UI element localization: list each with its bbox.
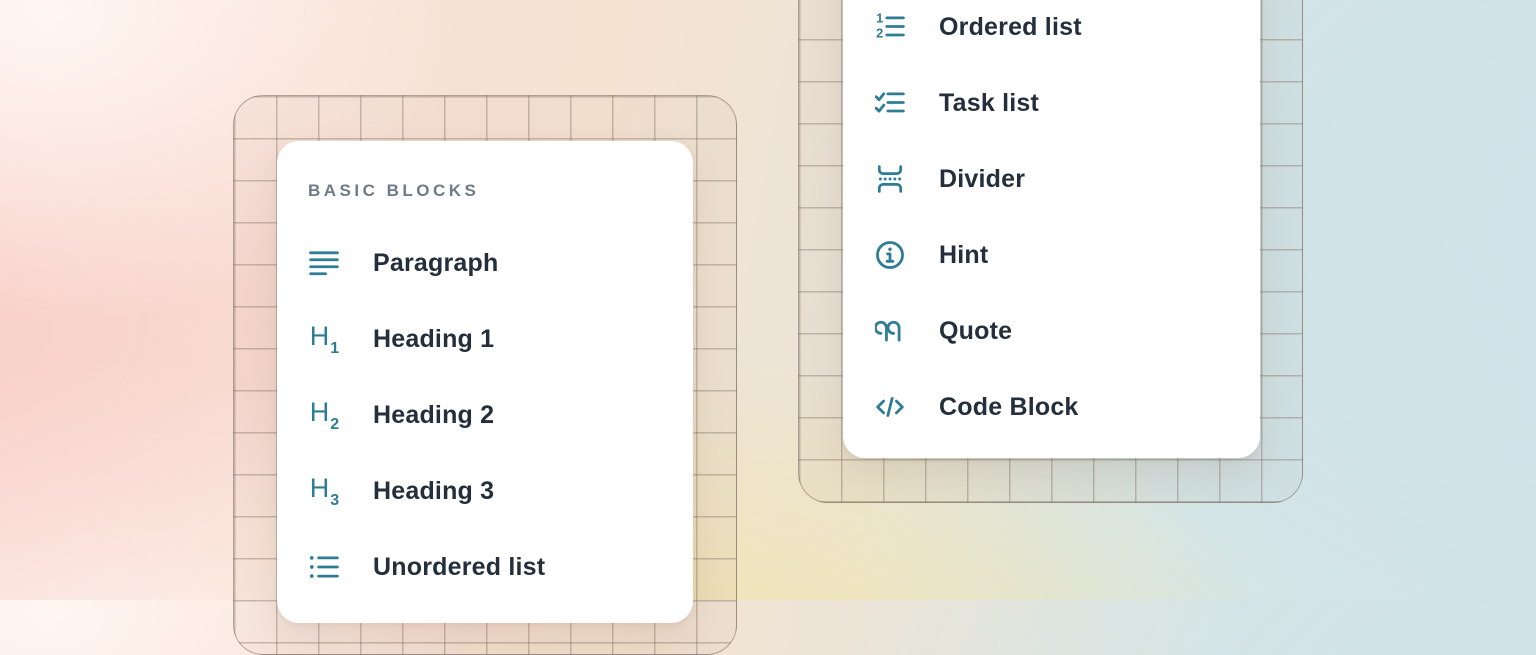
- heading-2-icon: H2: [308, 399, 340, 431]
- heading-3-icon: H3: [308, 475, 340, 507]
- menu-item-label: Heading 3: [373, 477, 494, 506]
- menu-item-label: Unordered list: [373, 553, 545, 582]
- heading-1-icon: H1: [308, 323, 340, 355]
- menu-item-heading-3[interactable]: H3 Heading 3: [308, 453, 693, 529]
- menu-item-ordered-list[interactable]: 1 2 Ordered list: [874, 0, 1260, 65]
- ordered-list-icon: 1 2: [874, 11, 906, 43]
- menu-item-label: Heading 1: [373, 325, 494, 354]
- task-list-icon: [874, 87, 906, 119]
- svg-text:1: 1: [876, 12, 883, 26]
- menu-item-label: Hint: [939, 241, 988, 270]
- hint-icon: [874, 239, 906, 271]
- section-label: BASIC BLOCKS: [308, 141, 693, 201]
- menu-item-hint[interactable]: Hint: [874, 217, 1260, 293]
- menu-item-paragraph[interactable]: Paragraph: [308, 225, 693, 301]
- quote-icon: [874, 315, 906, 347]
- menu-item-label: Code Block: [939, 393, 1079, 422]
- menu-item-label: Ordered list: [939, 13, 1082, 42]
- menu-item-quote[interactable]: Quote: [874, 293, 1260, 369]
- divider-icon: [874, 163, 906, 195]
- blocks-menu-continued: 1 2 Ordered list Task list: [843, 0, 1260, 458]
- menu-item-heading-2[interactable]: H2 Heading 2: [308, 377, 693, 453]
- unordered-list-icon: [308, 551, 340, 583]
- paragraph-icon: [308, 247, 340, 279]
- menu-item-label: Task list: [939, 89, 1039, 118]
- menu-item-divider[interactable]: Divider: [874, 141, 1260, 217]
- menu-item-label: Divider: [939, 165, 1025, 194]
- code-block-icon: [874, 391, 906, 423]
- menu-item-unordered-list[interactable]: Unordered list: [308, 529, 693, 605]
- basic-blocks-menu: BASIC BLOCKS Paragraph H1 Heading 1 H2 H…: [277, 141, 693, 623]
- svg-text:2: 2: [876, 26, 883, 41]
- menu-item-heading-1[interactable]: H1 Heading 1: [308, 301, 693, 377]
- menu-item-task-list[interactable]: Task list: [874, 65, 1260, 141]
- menu-item-label: Quote: [939, 317, 1012, 346]
- menu-item-label: Heading 2: [373, 401, 494, 430]
- menu-item-code-block[interactable]: Code Block: [874, 369, 1260, 445]
- menu-item-label: Paragraph: [373, 249, 498, 278]
